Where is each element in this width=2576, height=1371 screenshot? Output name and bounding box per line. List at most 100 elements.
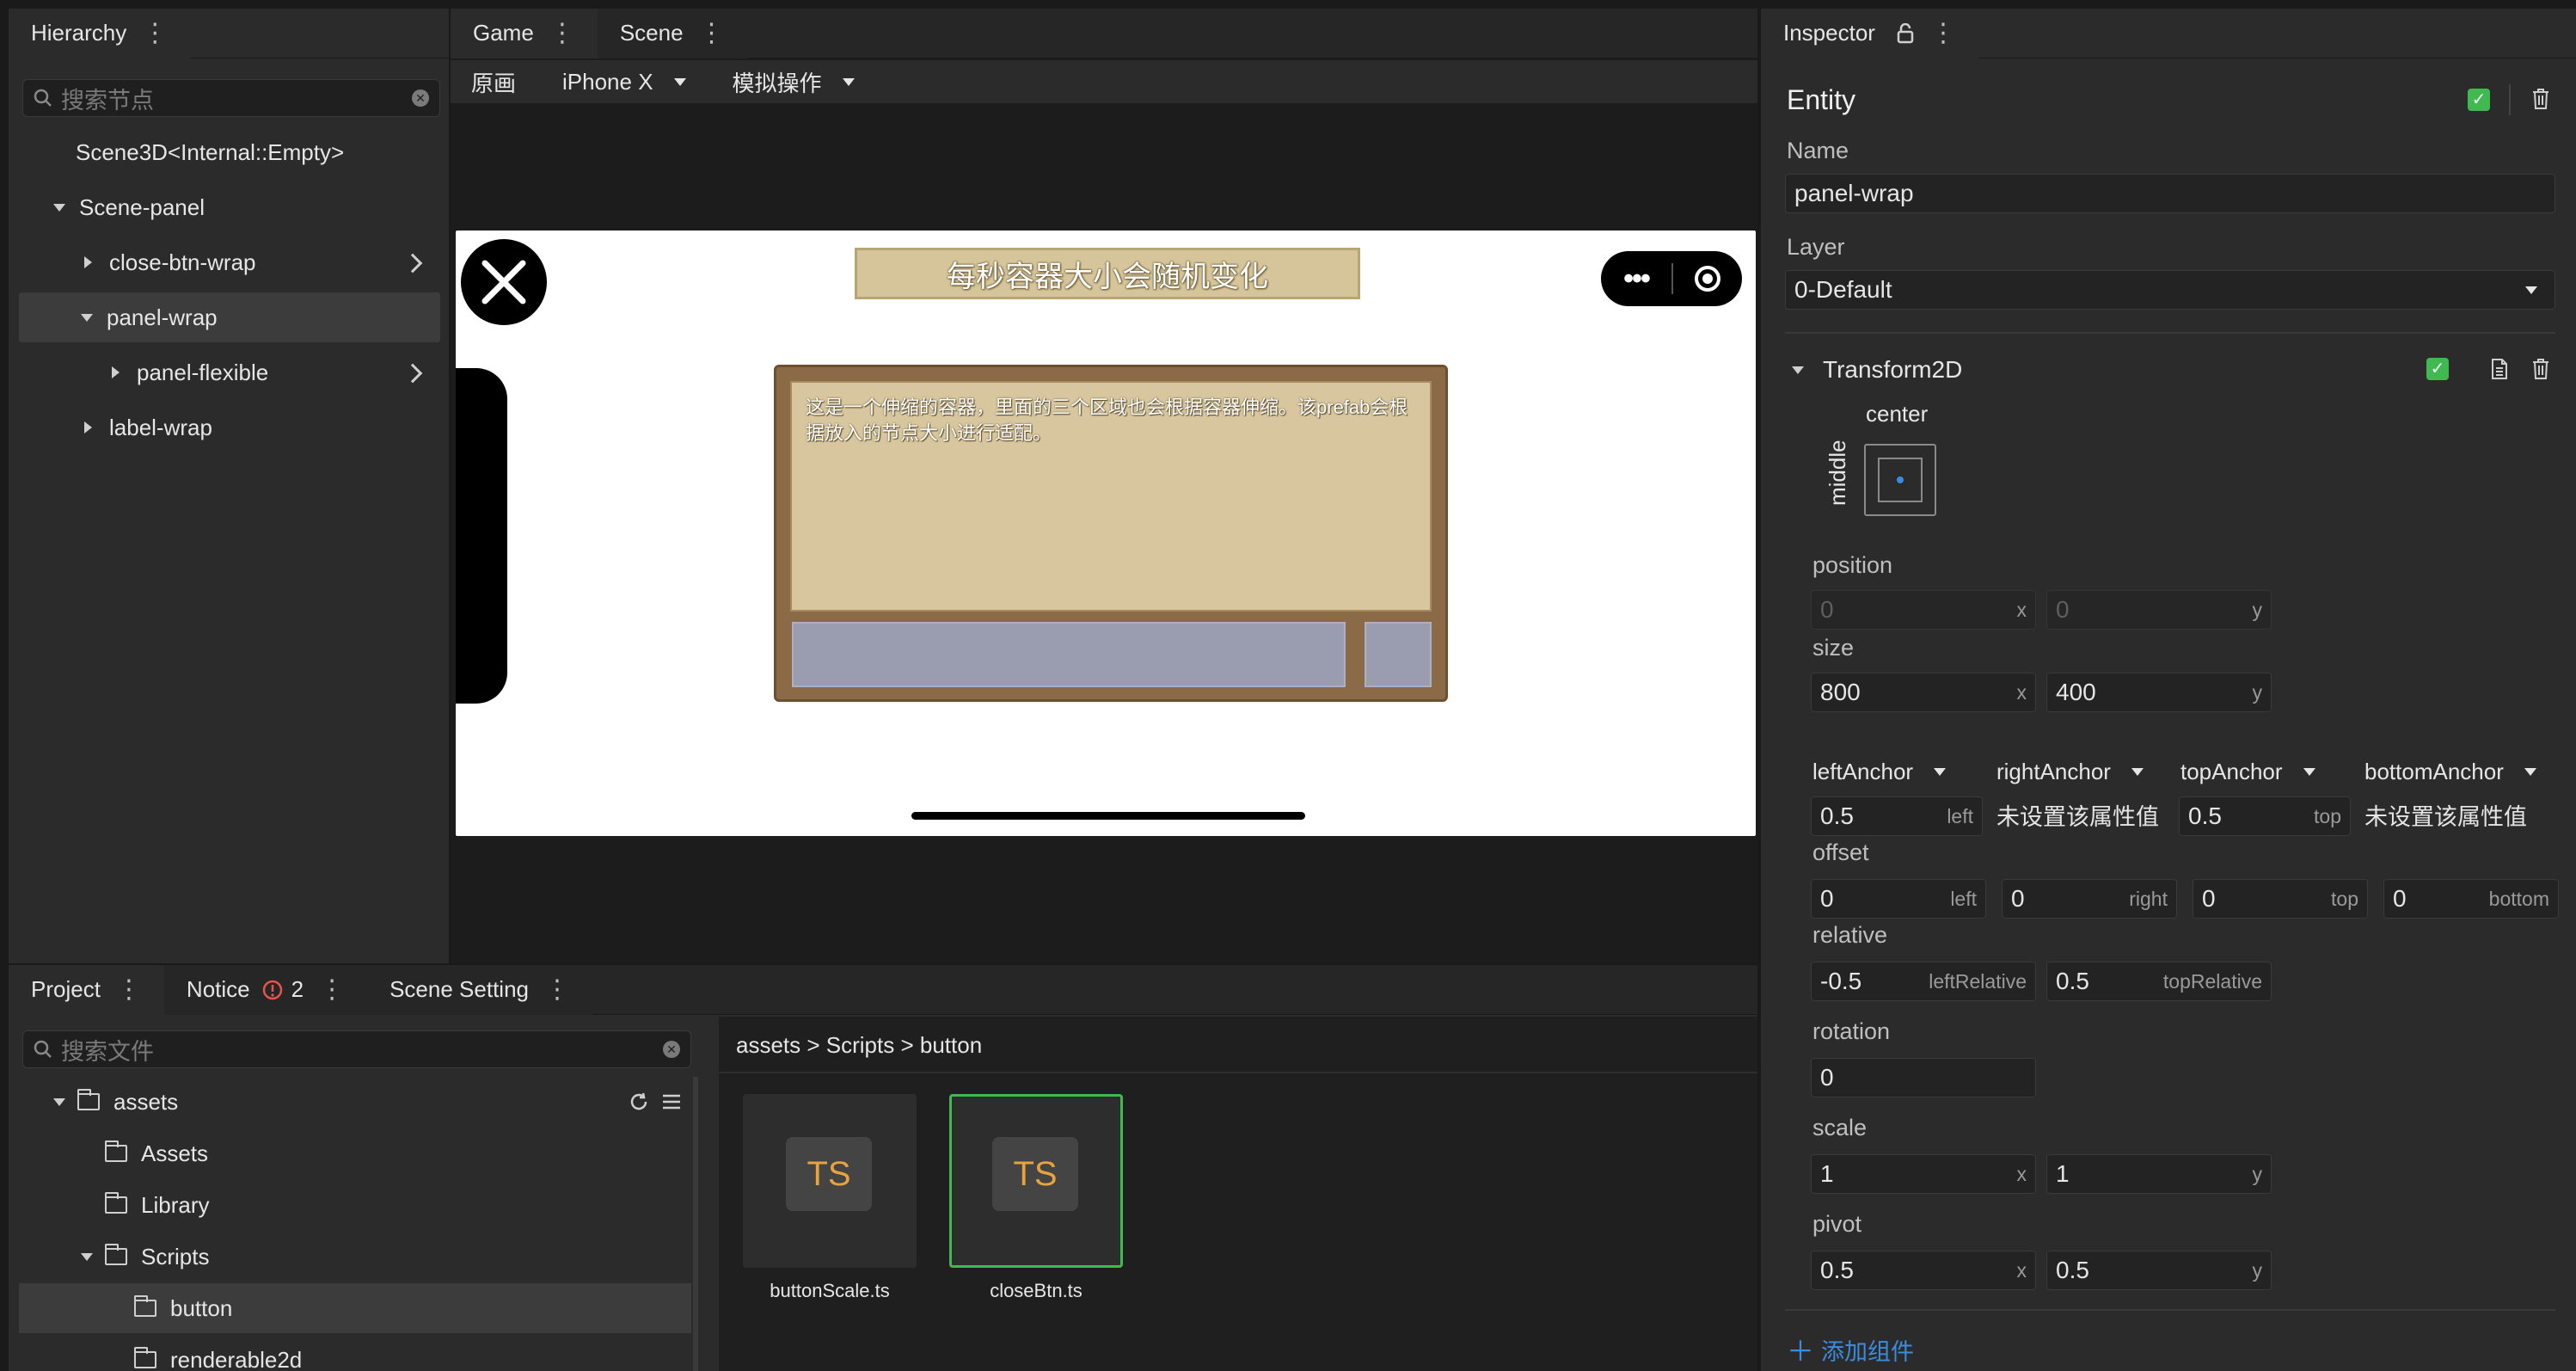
- more-icon[interactable]: ⋮: [142, 20, 168, 46]
- scale-y-input[interactable]: 1 y: [2046, 1154, 2272, 1194]
- offset-left-input[interactable]: 0 left: [1811, 879, 1986, 919]
- tab-scene[interactable]: Scene ⋮: [597, 8, 747, 58]
- tree-item-label-wrap[interactable]: label-wrap: [84, 403, 212, 452]
- left-anchor-select[interactable]: leftAnchor: [1812, 759, 1947, 785]
- record-icon[interactable]: [1673, 264, 1742, 293]
- size-y-input[interactable]: 400 y: [2046, 673, 2272, 712]
- transform2d-header[interactable]: Transform2D: [1792, 356, 1962, 384]
- right-anchor-select[interactable]: rightAnchor: [1996, 759, 2144, 785]
- hierarchy-search[interactable]: 搜索节点 ✕: [22, 79, 440, 117]
- top-anchor-select[interactable]: topAnchor: [2180, 759, 2315, 785]
- scale-x-input[interactable]: 1 x: [1811, 1154, 2036, 1194]
- file-tile-closebtn[interactable]: TS: [949, 1094, 1123, 1268]
- offset-left-value: 0: [1820, 885, 1834, 912]
- position-y-input[interactable]: 0 y: [2046, 590, 2272, 630]
- project-tree-assets[interactable]: assets: [53, 1077, 178, 1127]
- tree-item-close-btn-wrap[interactable]: close-btn-wrap: [84, 237, 256, 287]
- more-icon[interactable]: ⋮: [544, 976, 570, 1003]
- more-icon[interactable]: ⋮: [116, 976, 142, 1003]
- name-input[interactable]: panel-wrap: [1785, 174, 2555, 213]
- more-dots-icon[interactable]: •••: [1601, 262, 1671, 296]
- refresh-icon[interactable]: [628, 1091, 650, 1113]
- tab-game[interactable]: Game ⋮: [451, 8, 598, 58]
- pivot-x-input[interactable]: 0.5 x: [1811, 1251, 2036, 1290]
- clear-icon[interactable]: ✕: [412, 89, 429, 107]
- layer-select[interactable]: 0-Default: [1785, 270, 2555, 310]
- game-screen[interactable]: 每秒容器大小会随机变化 ••• 这是一个伸缩的容器，里面的三个区域也会根据容器伸…: [456, 231, 1756, 836]
- caret-down-icon[interactable]: [53, 1097, 65, 1106]
- close-button[interactable]: [461, 239, 547, 325]
- tree-item-panel-flexible[interactable]: panel-flexible: [112, 347, 268, 397]
- project-tree-scripts[interactable]: Scripts: [81, 1232, 209, 1282]
- project-tree-renderable2d[interactable]: renderable2d: [134, 1335, 302, 1371]
- axis-x-suffix: x: [2016, 598, 2027, 621]
- tab-project[interactable]: Project ⋮: [9, 964, 164, 1015]
- size-x-input[interactable]: 800 x: [1811, 673, 2036, 712]
- top-anchor-label: topAnchor: [2180, 759, 2283, 784]
- tab-inspector[interactable]: Inspector ⋮: [1761, 8, 1978, 58]
- offset-right-input[interactable]: 0 right: [2002, 879, 2177, 919]
- pivot-y-input[interactable]: 0.5 y: [2046, 1251, 2272, 1290]
- project-tree-assets-sub[interactable]: Assets: [105, 1128, 208, 1178]
- tree-scrollbar[interactable]: [693, 1077, 698, 1371]
- add-component-button[interactable]: ＋ 添加组件: [1787, 1330, 1914, 1369]
- tree-item-scene3d[interactable]: Scene3D<Internal::Empty>: [76, 127, 344, 177]
- lock-icon[interactable]: [1896, 22, 1915, 44]
- offset-bottom-input[interactable]: 0 bottom: [2383, 879, 2559, 919]
- caret-right-icon[interactable]: [112, 366, 120, 378]
- clear-icon[interactable]: ✕: [663, 1041, 680, 1058]
- search-icon: [34, 89, 52, 107]
- top-anchor-input[interactable]: 0.5 top: [2179, 796, 2351, 836]
- caret-down-icon[interactable]: [1792, 366, 1804, 374]
- chevron-right-icon[interactable]: [402, 363, 423, 384]
- tree-item-label: Scene3D<Internal::Empty>: [76, 138, 345, 165]
- more-icon[interactable]: ⋮: [1930, 20, 1956, 46]
- tab-scene-setting[interactable]: Scene Setting ⋮: [367, 964, 592, 1015]
- breadcrumb[interactable]: assets > Scripts > button: [736, 1032, 982, 1059]
- caret-right-icon[interactable]: [84, 421, 92, 433]
- tree-item-scene-panel[interactable]: Scene-panel: [53, 182, 205, 232]
- document-icon[interactable]: [2490, 358, 2509, 380]
- rotation-value: 0: [1820, 1064, 1834, 1091]
- right-anchor-label: rightAnchor: [1996, 759, 2111, 784]
- entity-enabled-checkbox[interactable]: ✓: [2468, 89, 2490, 111]
- relative-left-input[interactable]: -0.5 leftRelative: [1811, 962, 2036, 1001]
- trash-icon[interactable]: [2531, 358, 2550, 380]
- left-anchor-suffix: left: [1947, 804, 1973, 827]
- caret-down-icon[interactable]: [81, 1252, 93, 1261]
- left-anchor-input[interactable]: 0.5 left: [1811, 796, 1983, 836]
- caret-down-icon[interactable]: [53, 203, 65, 212]
- tab-notice[interactable]: Notice 2 ⋮: [163, 964, 368, 1015]
- bottom-anchor-select[interactable]: bottomAnchor: [2364, 759, 2536, 785]
- project-tree-button[interactable]: button: [134, 1283, 232, 1333]
- more-icon[interactable]: ⋮: [549, 20, 575, 46]
- project-search[interactable]: 搜索文件 ✕: [22, 1030, 691, 1068]
- relative-left-suffix: leftRelative: [1929, 969, 2027, 993]
- more-icon[interactable]: ⋮: [699, 20, 725, 46]
- project-panel: Project ⋮ Notice 2 ⋮ Scene Setting ⋮ 搜索文…: [9, 964, 1757, 1371]
- device-select[interactable]: iPhone X: [562, 69, 686, 95]
- tab-hierarchy[interactable]: Hierarchy ⋮: [9, 8, 191, 58]
- relative-top-input[interactable]: 0.5 topRelative: [2046, 962, 2272, 1001]
- capsule-menu[interactable]: •••: [1601, 251, 1742, 306]
- more-icon[interactable]: ⋮: [319, 976, 345, 1003]
- original-button[interactable]: 原画: [471, 66, 516, 98]
- simulate-select[interactable]: 模拟操作: [733, 66, 855, 98]
- transform2d-enabled-checkbox[interactable]: ✓: [2426, 358, 2449, 380]
- file-tile-buttonscale[interactable]: TS: [743, 1094, 917, 1268]
- bottom-anchor-label: bottomAnchor: [2364, 759, 2504, 784]
- offset-top-input[interactable]: 0 top: [2193, 879, 2368, 919]
- tree-item-panel-wrap[interactable]: panel-wrap: [81, 292, 218, 342]
- list-menu-icon[interactable]: [660, 1091, 683, 1113]
- caret-right-icon[interactable]: [84, 256, 92, 268]
- chevron-right-icon[interactable]: [402, 253, 423, 274]
- caret-down-icon[interactable]: [81, 313, 93, 322]
- position-x-input[interactable]: 0 x: [1811, 590, 2036, 630]
- relative-left-value: -0.5: [1820, 968, 1862, 994]
- device-label: iPhone X: [562, 68, 653, 95]
- project-tree-library[interactable]: Library: [105, 1180, 209, 1230]
- trash-icon[interactable]: [2531, 88, 2550, 110]
- section-divider: [1785, 332, 2555, 334]
- alignment-widget[interactable]: [1864, 444, 1936, 516]
- rotation-input[interactable]: 0: [1811, 1058, 2036, 1097]
